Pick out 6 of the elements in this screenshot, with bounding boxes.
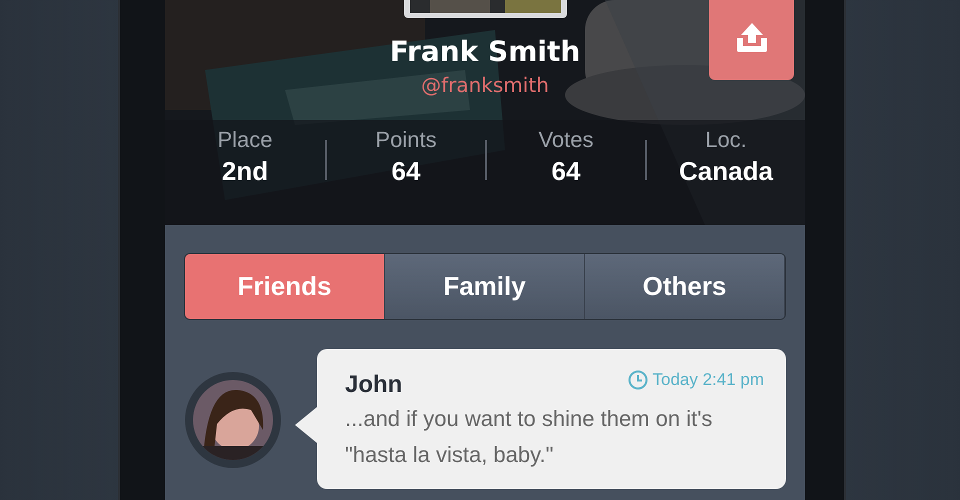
sender-name: John	[345, 371, 402, 399]
tab[interactable]: Family	[385, 254, 585, 319]
message-text: ...and if you want to shine them on it's "hasta la vista, baby."	[345, 405, 714, 469]
tab[interactable]: Others	[585, 254, 785, 319]
clock-icon	[628, 370, 648, 390]
message-time: Today 2:41 pm	[652, 369, 764, 392]
